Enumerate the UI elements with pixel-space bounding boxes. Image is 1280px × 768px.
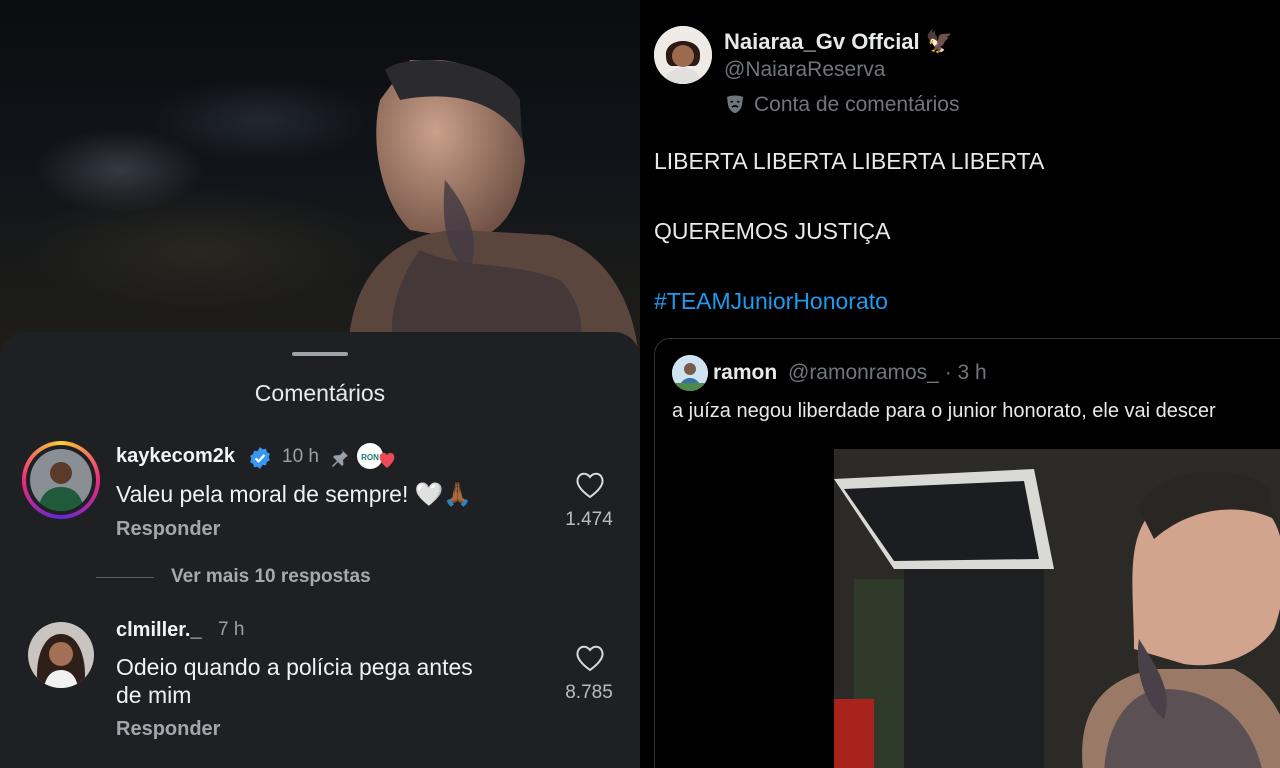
like-count: 8.785 <box>565 682 613 703</box>
avatar[interactable] <box>28 622 94 688</box>
like-count: 1.474 <box>565 509 613 530</box>
tweet-text-line: QUEREMOS JUSTIÇA <box>654 218 891 244</box>
avatar <box>654 26 712 84</box>
quoted-tweet-text: a juíza negou liberdade para o junior ho… <box>672 400 1216 422</box>
comment-username[interactable]: clmiller._ <box>116 619 202 642</box>
instagram-comments-screenshot: Comentários kaykecom2k 10 h RON Valeu pe… <box>0 0 640 768</box>
story-ring-avatar[interactable] <box>22 441 100 519</box>
author-handle[interactable]: @NaiaraReserva <box>724 58 885 82</box>
media-photo <box>834 449 1280 768</box>
quoted-author-name[interactable]: ramon <box>713 361 777 385</box>
like-heart-icon[interactable] <box>575 644 605 672</box>
comment-text-line-2: de mim <box>116 682 192 708</box>
reply-button[interactable]: Responder <box>116 718 220 741</box>
comment-text-line-1: Odeio quando a polícia pega antes <box>116 654 473 680</box>
tweet-screenshot: Naiaraa_Gv Offcial 🦅 @NaiaraReserva Cont… <box>640 0 1280 768</box>
author-avatar[interactable] <box>654 26 712 84</box>
view-more-replies-button[interactable]: Ver mais 10 respostas <box>171 566 371 588</box>
comment-username[interactable]: kaykecom2k <box>116 445 235 468</box>
account-label: Conta de comentários <box>754 93 960 116</box>
like-heart-icon[interactable] <box>575 471 605 499</box>
hashtag-link[interactable]: #TEAMJuniorHonorato <box>654 288 888 315</box>
comment-text: Valeu pela moral de sempre! 🤍🙏🏾 <box>116 481 473 507</box>
svg-text:RON: RON <box>361 453 379 462</box>
tweet-text-line: LIBERTA LIBERTA LIBERTA LIBERTA <box>654 148 1045 174</box>
author-display-name[interactable]: Naiaraa_Gv Offcial 🦅 <box>724 29 953 55</box>
pin-icon <box>332 449 348 467</box>
replies-divider <box>96 577 154 578</box>
reply-button[interactable]: Responder <box>116 518 220 541</box>
comment-time: 7 h <box>218 619 245 640</box>
quoted-author-avatar[interactable] <box>672 355 708 391</box>
sheet-title: Comentários <box>254 380 386 406</box>
parody-mask-icon <box>727 95 743 113</box>
creator-liked-icon: RON <box>357 443 395 469</box>
sheet-drag-handle[interactable] <box>292 352 348 356</box>
avatar <box>672 355 708 391</box>
avatar <box>30 449 92 511</box>
quoted-author-handle-time[interactable]: @ramonramos_ · 3 h <box>788 361 987 385</box>
quoted-tweet-media[interactable] <box>834 449 1280 768</box>
verified-badge-icon <box>250 447 270 469</box>
comment-time: 10 h <box>282 446 319 467</box>
